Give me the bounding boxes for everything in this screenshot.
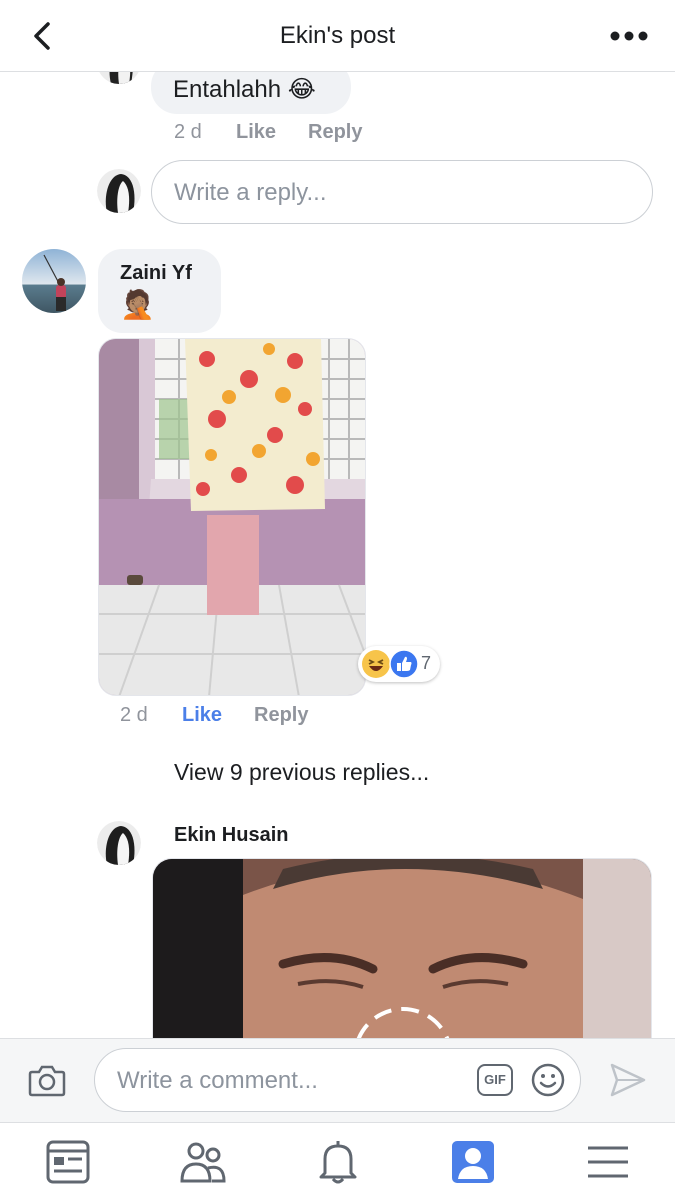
notifications-icon[interactable] [313, 1137, 363, 1187]
comment-input[interactable]: Write a comment... GIF [94, 1048, 581, 1112]
emoji-icon[interactable] [531, 1063, 565, 1097]
comment-time: 2 d [174, 121, 202, 143]
comment-time: 2 d [120, 704, 148, 726]
avatar[interactable] [97, 72, 141, 84]
avatar-zaini[interactable] [22, 249, 86, 313]
send-icon[interactable] [608, 1061, 648, 1099]
reaction-count: 7 [421, 653, 432, 673]
comment-author[interactable]: Ekin Husain [174, 824, 288, 847]
avatar-ekin[interactable] [97, 821, 141, 865]
comment-text: Entahlahh 😂 [173, 76, 316, 103]
gif-button[interactable]: GIF [477, 1064, 513, 1096]
camera-icon[interactable] [28, 1063, 66, 1097]
comment-placeholder: Write a comment... [117, 1067, 318, 1094]
more-dots-icon[interactable] [609, 26, 649, 46]
comment-gif[interactable] [152, 858, 652, 1038]
reply-input[interactable]: Write a reply... [151, 160, 653, 224]
menu-icon[interactable] [583, 1137, 633, 1187]
bottom-tab-bar [0, 1122, 675, 1200]
like-button[interactable]: Like [236, 121, 276, 144]
like-icon [389, 649, 419, 679]
reply-button[interactable]: Reply [308, 121, 362, 144]
haha-icon [362, 650, 390, 678]
news-feed-icon[interactable] [43, 1137, 93, 1187]
comments-feed[interactable]: Entahlahh 😂 2 d Like Reply Write a reply… [0, 72, 675, 1038]
comment-author[interactable]: Zaini Yf [120, 262, 192, 285]
view-previous-replies-link[interactable]: View 9 previous replies... [174, 759, 429, 786]
top-bar: Ekin's post [0, 0, 675, 72]
reply-button[interactable]: Reply [254, 704, 308, 727]
profile-icon[interactable] [448, 1137, 498, 1187]
comment-emoji: 🤦🏽 [120, 289, 155, 320]
my-avatar [97, 169, 141, 213]
friends-icon[interactable] [178, 1137, 228, 1187]
comment-composer: Write a comment... GIF [0, 1038, 675, 1122]
reaction-summary[interactable]: 7 [358, 646, 440, 682]
reply-placeholder: Write a reply... [174, 179, 327, 206]
page-title: Ekin's post [279, 22, 396, 49]
like-button-active[interactable]: Like [182, 704, 222, 727]
comment-photo[interactable] [98, 338, 366, 696]
